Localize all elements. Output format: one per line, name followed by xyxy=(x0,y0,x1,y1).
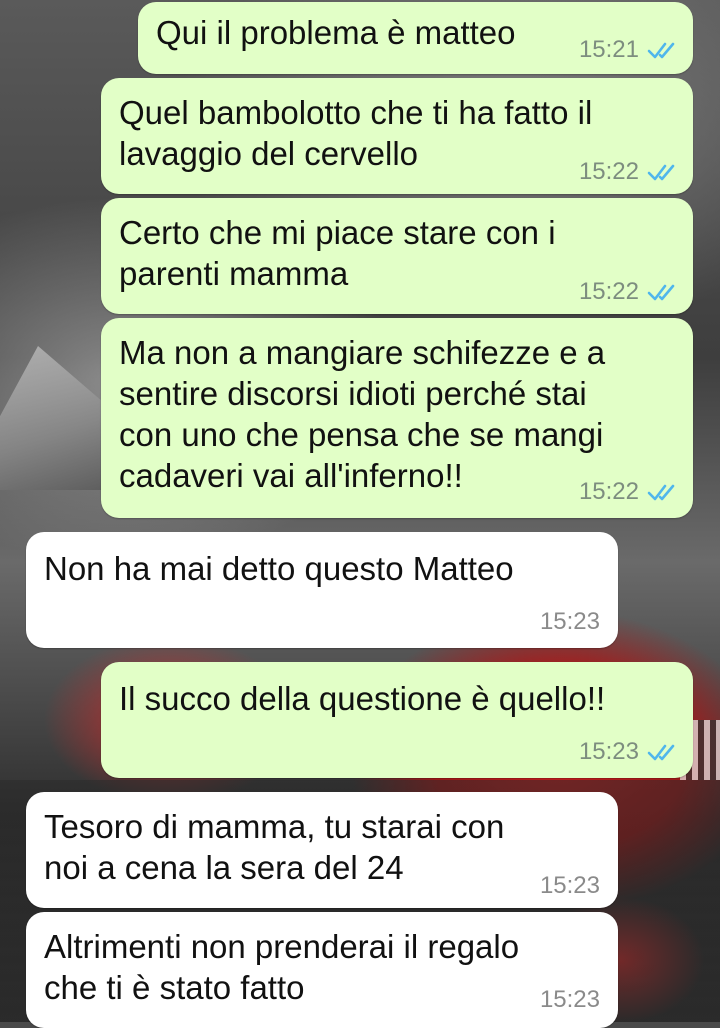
message-time: 15:22 xyxy=(578,278,639,305)
message-list[interactable]: Qui il problema è matteo 15:21 Quel bamb… xyxy=(0,0,720,1028)
message-text: Certo che mi piace stare con i parenti m… xyxy=(119,214,556,292)
message-text: Quel bambolotto che ti ha fatto il lavag… xyxy=(119,94,593,172)
message-text: Qui il problema è matteo xyxy=(156,14,516,51)
message-bubble-outgoing[interactable]: Il succo della questione è quello!! 15:2… xyxy=(101,662,693,778)
message-time: 15:23 xyxy=(539,986,600,1013)
double-check-read-icon xyxy=(647,164,675,181)
message-time: 15:22 xyxy=(578,158,639,185)
message-meta: 15:23 xyxy=(579,738,679,766)
message-text: Non ha mai detto questo Matteo xyxy=(44,550,514,587)
double-check-read-icon xyxy=(647,42,675,59)
message-bubble-incoming[interactable]: Altrimenti non prenderai il regalo che t… xyxy=(26,912,618,1028)
message-text: Altrimenti non prenderai il regalo che t… xyxy=(44,928,520,1006)
message-meta: 15:23 xyxy=(540,872,600,900)
message-time: 15:23 xyxy=(539,608,600,635)
message-bubble-incoming[interactable]: Non ha mai detto questo Matteo 15:23 xyxy=(26,532,618,648)
message-text: Ma non a mangiare schifezze e a sentire … xyxy=(119,334,606,494)
message-meta: 15:21 xyxy=(579,36,679,64)
message-time: 15:23 xyxy=(539,872,600,899)
message-time: 15:22 xyxy=(578,478,639,505)
message-meta: 15:23 xyxy=(540,608,600,636)
message-meta: 15:22 xyxy=(579,158,679,186)
message-meta: 15:22 xyxy=(579,278,679,306)
double-check-read-icon xyxy=(647,284,675,301)
message-bubble-outgoing[interactable]: Certo che mi piace stare con i parenti m… xyxy=(101,198,693,314)
message-meta: 15:23 xyxy=(540,986,600,1014)
message-bubble-outgoing[interactable]: Quel bambolotto che ti ha fatto il lavag… xyxy=(101,78,693,194)
message-time: 15:23 xyxy=(578,738,639,765)
message-time: 15:21 xyxy=(578,36,639,63)
message-text: Tesoro di mamma, tu starai con noi a cen… xyxy=(44,808,505,886)
message-bubble-outgoing[interactable]: Qui il problema è matteo 15:21 xyxy=(138,2,693,74)
double-check-read-icon xyxy=(647,484,675,501)
double-check-read-icon xyxy=(647,744,675,761)
message-text: Il succo della questione è quello!! xyxy=(119,680,606,717)
message-bubble-outgoing[interactable]: Ma non a mangiare schifezze e a sentire … xyxy=(101,318,693,518)
message-meta: 15:22 xyxy=(579,478,679,506)
message-bubble-incoming[interactable]: Tesoro di mamma, tu starai con noi a cen… xyxy=(26,792,618,908)
